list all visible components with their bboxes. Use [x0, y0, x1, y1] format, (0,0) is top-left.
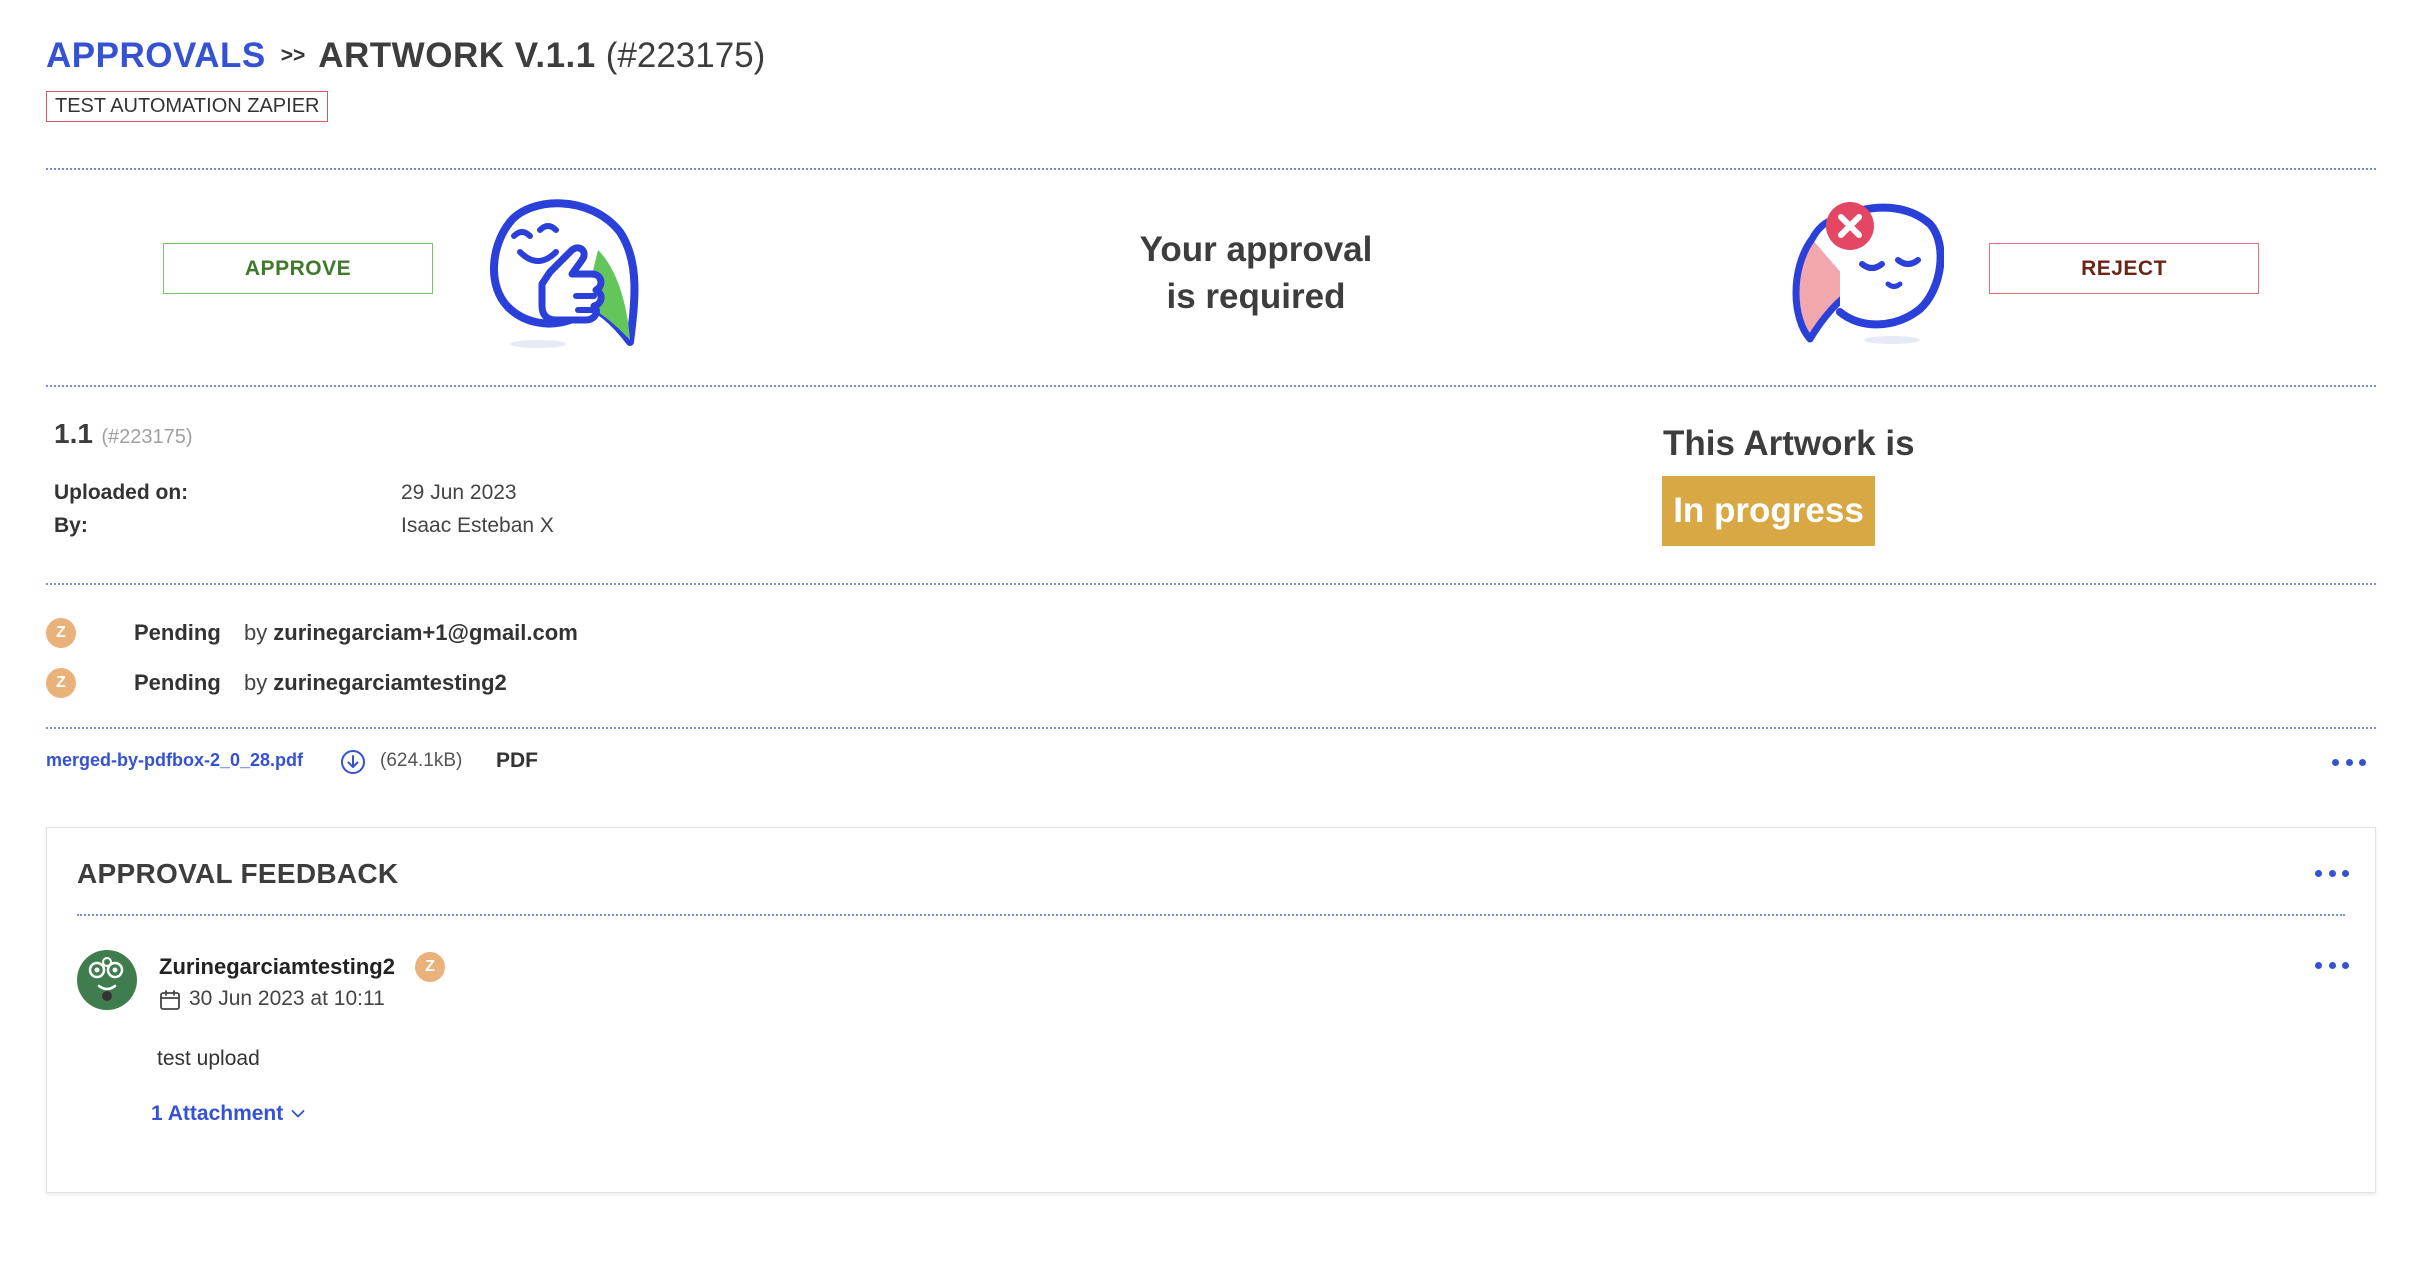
attachments-label: 1 Attachment: [151, 1102, 284, 1125]
dot: [2315, 961, 2322, 969]
approver-by-label: by: [244, 670, 268, 695]
feedback-text: test upload: [157, 1047, 260, 1070]
approve-button[interactable]: APPROVE: [163, 243, 433, 294]
dot: [2345, 758, 2353, 766]
chevron-down-icon: [291, 1110, 305, 1118]
status-heading: This Artwork is: [1663, 424, 1915, 463]
version-number: 1.1: [54, 418, 93, 449]
file-size: (624.1kB): [380, 750, 463, 771]
approver-avatar: Z: [46, 618, 76, 648]
dot: [2315, 869, 2322, 877]
divider: [77, 914, 2345, 916]
approver-row: Z Pending by zurinegarciamtesting2: [46, 666, 1046, 700]
approval-feedback-card: APPROVAL FEEDBACK Zurinegarciamtesting2 …: [46, 827, 2376, 1193]
file-more-dots-icon[interactable]: [2332, 755, 2366, 769]
dot: [2342, 869, 2349, 877]
approver-row: Z Pending by zurinegarciam+1@gmail.com: [46, 616, 1046, 650]
project-tag[interactable]: TEST AUTOMATION ZAPIER: [46, 91, 329, 122]
dot: [2342, 961, 2349, 969]
approver-avatar: Z: [46, 668, 76, 698]
approver-by: by zurinegarciam+1@gmail.com: [244, 620, 578, 646]
attachments-toggle[interactable]: 1 Attachment: [151, 1102, 305, 1126]
file-type: PDF: [496, 749, 538, 772]
download-icon[interactable]: [340, 749, 366, 775]
divider: [46, 583, 2376, 585]
breadcrumb-separator: >>: [280, 44, 306, 67]
file-row: merged-by-pdfbox-2_0_28.pdf (624.1kB) PD…: [46, 744, 2376, 780]
feedback-user-name: Zurinegarciamtesting2: [159, 954, 395, 979]
divider: [46, 385, 2376, 387]
user-role-badge: Z: [415, 952, 445, 982]
calendar-icon: [160, 990, 180, 1010]
breadcrumb: APPROVALS >> ARTWORK V.1.1 (#223175): [46, 30, 765, 82]
approver-by-label: by: [244, 620, 268, 645]
uploaded-on-value: 29 Jun 2023: [401, 481, 517, 504]
approval-prompt-line1: Your approval: [1139, 230, 1373, 269]
reject-button[interactable]: REJECT: [1989, 243, 2259, 294]
divider: [46, 168, 2376, 170]
feedback-more-dots-icon[interactable]: [2315, 866, 2349, 880]
avatar: [77, 950, 137, 1010]
dot: [2328, 869, 2336, 877]
version-info: 1.1 (#223175): [54, 418, 193, 450]
approver-name: zurinegarciam+1@gmail.com: [273, 620, 578, 645]
reject-mascot-icon: [1792, 202, 1944, 344]
feedback-date: 30 Jun 2023 at 10:11: [189, 987, 385, 1010]
approval-prompt-line2: is required: [1166, 277, 1346, 316]
approver-status: Pending: [134, 620, 221, 645]
file-link[interactable]: merged-by-pdfbox-2_0_28.pdf: [46, 750, 303, 771]
thumbs-up-mascot-icon: [489, 199, 639, 348]
uploaded-on-label: Uploaded on:: [54, 481, 189, 504]
status-badge: In progress: [1662, 476, 1875, 546]
artwork-id: (#223175): [605, 36, 766, 75]
comment-more-dots-icon[interactable]: [2315, 958, 2349, 972]
approver-name: zurinegarciamtesting2: [273, 670, 507, 695]
divider: [46, 727, 2376, 729]
uploaded-by-label: By:: [54, 514, 88, 537]
dot: [2359, 758, 2366, 766]
version-id: (#223175): [101, 426, 193, 448]
approval-prompt: Your approval is required: [1056, 226, 1456, 320]
approver-status: Pending: [134, 670, 221, 695]
dot: [2328, 961, 2336, 969]
dot: [2332, 758, 2339, 766]
breadcrumb-approvals-link[interactable]: APPROVALS: [46, 36, 266, 76]
feedback-title: APPROVAL FEEDBACK: [77, 858, 399, 889]
uploaded-by-value: Isaac Esteban X: [401, 514, 554, 537]
artwork-approval-page: APPROVALS >> ARTWORK V.1.1 (#223175) TES…: [46, 0, 2376, 1264]
approver-by: by zurinegarciamtesting2: [244, 670, 507, 696]
page-title: ARTWORK V.1.1: [318, 36, 596, 75]
